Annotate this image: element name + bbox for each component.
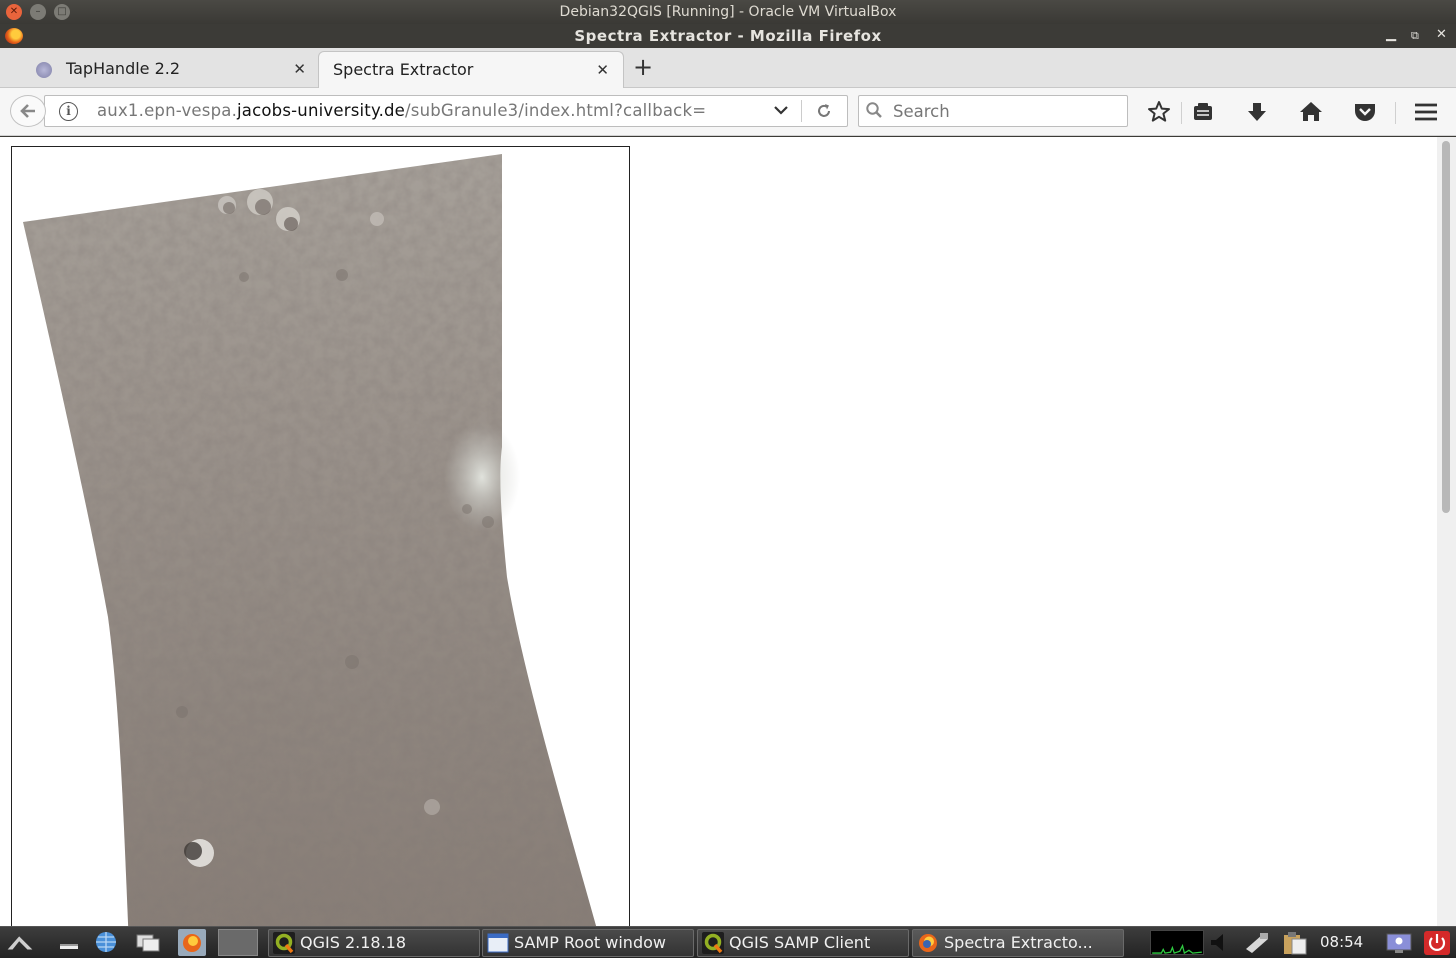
taskbar-window-label: SAMP Root window <box>514 933 666 952</box>
navigation-bar: i aux1.epn-vespa.jacobs-university.de/su… <box>0 88 1456 136</box>
taskbar-window-qgis[interactable]: QGIS 2.18.18 <box>268 929 480 957</box>
power-icon[interactable] <box>1422 929 1452 956</box>
vbox-title-bar: ✕ – □ Debian32QGIS [Running] - Oracle VM… <box>0 0 1456 24</box>
page-content <box>0 137 1437 926</box>
new-tab-button[interactable]: + <box>633 52 653 82</box>
cpu-monitor-graph <box>1150 930 1204 955</box>
firefox-window-title: Spectra Extractor - Mozilla Firefox <box>574 27 882 45</box>
clock: 08:54 <box>1320 933 1364 951</box>
vertical-scrollbar[interactable] <box>1437 137 1456 926</box>
url-separator <box>801 100 802 122</box>
firefox-title-bar: Spectra Extractor - Mozilla Firefox <box>0 24 1456 48</box>
network-cable-icon[interactable] <box>1242 929 1272 956</box>
vbox-window-title: Debian32QGIS [Running] - Oracle VM Virtu… <box>559 4 897 20</box>
tab-label: Spectra Extractor <box>333 60 474 79</box>
tab-strip: TapHandle 2.2 ✕ Spectra Extractor ✕ <box>0 48 1456 88</box>
search-icon <box>866 102 882 118</box>
vbox-close-button[interactable]: ✕ <box>6 4 22 20</box>
minimize-icon[interactable]: ▁ <box>1386 27 1396 42</box>
site-info-icon[interactable]: i <box>59 102 78 121</box>
toolbar-separator <box>1395 102 1396 124</box>
tab-spectra-extractor[interactable]: Spectra Extractor ✕ <box>318 51 624 88</box>
workspace-switcher[interactable] <box>218 929 258 956</box>
vbox-minimize-button[interactable]: – <box>30 4 46 20</box>
pocket-icon[interactable] <box>1351 98 1379 126</box>
taskbar: QGIS 2.18.18 SAMP Root window QGIS SAMP … <box>0 926 1456 958</box>
taskbar-window-label: Spectra Extracto... <box>944 933 1093 952</box>
show-desktop-icon[interactable] <box>56 929 84 956</box>
home-icon[interactable] <box>1297 98 1325 126</box>
url-bar[interactable]: i aux1.epn-vespa.jacobs-university.de/su… <box>44 95 848 127</box>
vbox-maximize-button[interactable]: □ <box>54 4 70 20</box>
restore-icon[interactable]: ⧉ <box>1411 29 1419 43</box>
taskbar-window-label: QGIS SAMP Client <box>729 933 871 952</box>
reload-icon[interactable] <box>815 96 833 128</box>
url-path: /subGranule3/index.html?callback= <box>405 101 707 120</box>
start-menu-icon[interactable] <box>6 929 34 956</box>
bookmark-star-icon[interactable] <box>1145 98 1173 126</box>
taskbar-window-samp-root[interactable]: SAMP Root window <box>482 929 694 957</box>
clipboard-icon[interactable] <box>1280 929 1310 956</box>
window-icon <box>487 933 509 953</box>
toolbar-separator <box>1181 102 1182 124</box>
firefox-logo-icon <box>5 28 23 44</box>
volume-icon[interactable] <box>1208 929 1230 956</box>
download-icon[interactable] <box>1243 98 1271 126</box>
taskbar-window-spectra-extractor[interactable]: Spectra Extracto... <box>912 929 1124 957</box>
tab-close-icon[interactable]: ✕ <box>293 51 306 87</box>
search-bar[interactable] <box>858 95 1128 127</box>
hamburger-menu-icon[interactable] <box>1412 98 1440 126</box>
tab-label: TapHandle 2.2 <box>66 59 181 78</box>
file-manager-icon[interactable] <box>134 929 162 956</box>
url-dropdown-icon[interactable] <box>773 98 789 124</box>
scrollbar-thumb[interactable] <box>1442 141 1450 513</box>
tab-taphandle[interactable]: TapHandle 2.2 ✕ <box>30 51 320 88</box>
reading-list-icon[interactable] <box>1189 98 1217 126</box>
url-text[interactable]: aux1.epn-vespa.jacobs-university.de/subG… <box>97 96 706 126</box>
qgis-icon <box>702 932 724 954</box>
url-host: jacobs-university.de <box>237 101 406 120</box>
tab-close-icon[interactable]: ✕ <box>596 52 609 88</box>
image-canvas[interactable] <box>11 146 630 926</box>
search-input[interactable] <box>893 99 1113 123</box>
url-prefix: aux1.epn-vespa. <box>97 101 238 120</box>
firefox-icon <box>919 934 937 952</box>
close-icon[interactable]: ✕ <box>1436 27 1447 42</box>
taskbar-window-qgis-samp[interactable]: QGIS SAMP Client <box>697 929 909 957</box>
back-button[interactable] <box>10 95 46 127</box>
system-monitor-icon[interactable] <box>1384 929 1414 956</box>
network-globe-icon[interactable] <box>92 929 120 956</box>
taskbar-window-label: QGIS 2.18.18 <box>300 933 407 952</box>
taphandle-favicon-icon <box>36 62 52 78</box>
firefox-launcher-icon[interactable] <box>178 929 206 956</box>
mars-surface-image[interactable] <box>12 147 630 926</box>
qgis-icon <box>273 932 295 954</box>
